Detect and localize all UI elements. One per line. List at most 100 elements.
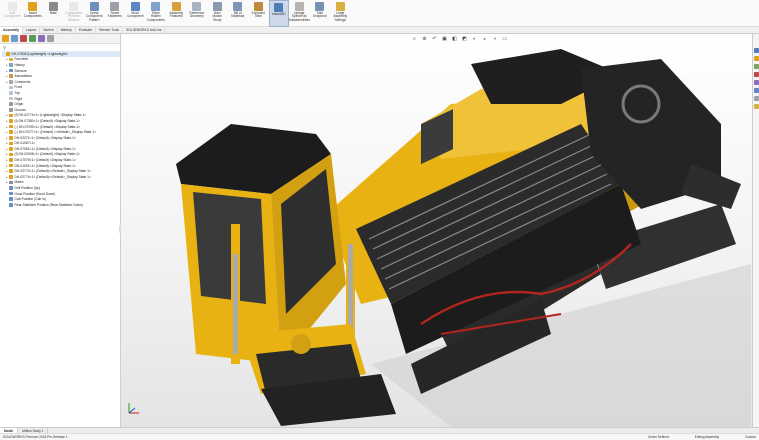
filter-bar[interactable]: ⚲	[0, 44, 120, 51]
property-manager-tab-icon[interactable]	[11, 35, 18, 42]
large-assembly-settings-button[interactable]: Large Assembly Settings	[330, 0, 351, 27]
ribbon-button-label: Update SpeedPak Subassemblies	[288, 11, 311, 22]
tree-node-label: Ground	[14, 107, 26, 112]
insert-components-button[interactable]: Insert Components	[23, 0, 44, 27]
tree-node-label: Annotations	[14, 74, 32, 79]
tab-solidworks-add-ins[interactable]: SOLIDWORKS Add-Ins	[123, 27, 166, 34]
feature-manager-tab-icon[interactable]	[2, 35, 9, 42]
status-bar: SOLIDWORKS Premium 2018 Pre-Release 1 Un…	[0, 433, 759, 440]
tree-node-label: Origin	[14, 102, 24, 107]
tree-node-icon	[6, 52, 10, 56]
tree-node-icon	[9, 197, 13, 202]
cam-tab-icon[interactable]	[47, 35, 54, 42]
tree-node-icon	[9, 102, 13, 106]
tab-render-tools[interactable]: Render Tools	[96, 27, 124, 34]
file-explorer-icon[interactable]	[753, 64, 759, 69]
ribbon-button-label: Exploded View	[251, 11, 265, 19]
assembly-features-button[interactable]: Assembly Features	[166, 0, 187, 27]
instant3d-icon	[274, 3, 284, 12]
tree-node-icon	[9, 124, 13, 129]
tree-node-icon	[9, 63, 13, 67]
status-product: SOLIDWORKS Premium 2018 Pre-Release 1	[3, 435, 68, 439]
tree-node[interactable]: Rear Stabilizer Position (Rear Stabilize…	[2, 202, 120, 208]
tab-evaluate[interactable]: Evaluate	[76, 27, 97, 34]
status-units[interactable]: Custom	[745, 435, 756, 439]
dimxpert-tab-icon[interactable]	[29, 35, 36, 42]
tree-node-icon	[9, 130, 13, 134]
update-speedpak-button[interactable]: Update SpeedPak Subassemblies	[288, 0, 311, 27]
smart-fasteners-button[interactable]: Smart Fasteners	[105, 0, 126, 27]
display-manager-tab-icon[interactable]	[38, 35, 45, 42]
reference-geometry-button[interactable]: Reference Geometry	[187, 0, 208, 27]
update-speedpak-icon	[294, 2, 304, 11]
tree-node-label: DH-01087<1>	[14, 141, 36, 146]
configuration-manager-tab-icon[interactable]	[20, 35, 27, 42]
tree-node-label: Drill Position (Up)	[14, 186, 41, 191]
appearances-icon[interactable]	[753, 80, 759, 85]
tree-node-label: Comments	[14, 79, 31, 84]
tab-assembly[interactable]: Assembly	[0, 27, 24, 34]
tree-node-label: DH-02774<1> (Default)<<Default>_Display …	[14, 174, 91, 179]
graphics-area[interactable]: ⌕ ⊕ ↶ ▣ ◧ ◩ ◐ ◒ ◑ ▭	[121, 34, 752, 427]
toolbox-icon[interactable]	[753, 104, 759, 109]
panel-tab-bar	[0, 34, 120, 44]
edit-component-button[interactable]: Edit Component	[2, 0, 23, 27]
tree-node-label: DH-01001<1> (Default) <Display State-1>	[14, 163, 76, 168]
tree-node-label: Cab Position (Cab In)	[14, 197, 47, 202]
view-palette-icon[interactable]	[753, 72, 759, 77]
tree-node-icon	[9, 147, 13, 151]
tree-node-icon	[9, 152, 13, 157]
edit-component-icon	[7, 2, 17, 11]
tree-node-icon	[9, 74, 13, 78]
tree-node-label: DH-07075<1> (Default) <Display State-1>	[14, 158, 76, 163]
exploded-view-icon	[253, 2, 263, 11]
component-preview-icon	[69, 2, 79, 11]
tree-node-label: (-) DH-07290<1> (Default) <Display State…	[14, 124, 81, 129]
feature-tree: DH-07835 (Lightweight) <Lightweight> ▸ Fav…	[0, 51, 120, 208]
take-snapshot-button[interactable]: Take Snapshot	[310, 0, 331, 27]
feature-manager-panel: ⚲ DH-07835 (Lightweight) <Lightweight> ▸ F…	[0, 34, 121, 427]
show-hidden-icon	[151, 2, 161, 11]
tab-sketch[interactable]: Sketch	[40, 27, 58, 34]
cab-window	[193, 192, 266, 304]
tree-node-label: DH-07835 (Lightweight) <Lightweight>	[11, 51, 68, 56]
task-pane	[752, 34, 759, 427]
tree-node-icon	[9, 79, 13, 84]
tab-layout[interactable]: Layout	[23, 27, 41, 34]
tree-node-label: DH-02271<1> (Default) <Display State-1>	[14, 135, 76, 140]
tree-node-label: (f) DH-02774<1> (Lightweight) <Display S…	[14, 113, 87, 118]
solidworks-forum-icon[interactable]	[753, 96, 759, 101]
bill-of-materials-button[interactable]: Bill of Materials	[228, 0, 249, 27]
tree-node-icon	[9, 169, 13, 174]
tab-markup[interactable]: Markup	[58, 27, 76, 34]
move-component-button[interactable]: Move Component	[125, 0, 146, 27]
linear-pattern-button[interactable]: Linear Component Pattern	[84, 0, 105, 27]
filter-icon[interactable]: ⚲	[3, 45, 6, 50]
insert-components-icon	[28, 2, 38, 11]
design-library-icon[interactable]	[753, 56, 759, 61]
component-preview-button[interactable]: Component Preview Window	[64, 0, 85, 27]
exploded-view-button[interactable]: Exploded View	[248, 0, 269, 27]
show-hidden-button[interactable]: Show Hidden Components	[146, 0, 167, 27]
ribbon-button-label: Smart Fasteners	[107, 11, 122, 19]
tree-node-icon	[9, 191, 13, 196]
ribbon-button-label: Take Snapshot	[313, 11, 327, 19]
mate-button[interactable]: Mate	[43, 0, 64, 27]
large-assembly-settings-icon	[335, 2, 345, 11]
tree-node-icon	[9, 186, 13, 190]
instant3d-button[interactable]: Instant3D	[268, 0, 289, 27]
resources-icon[interactable]	[753, 48, 759, 53]
drill-rig-model[interactable]	[121, 34, 752, 427]
tree-node-label: History	[14, 62, 25, 67]
assembly-features-icon	[171, 2, 181, 11]
custom-properties-icon[interactable]	[753, 88, 759, 93]
ribbon-button-label: Show Hidden Components	[146, 11, 165, 22]
tree-node-icon	[9, 91, 13, 95]
tree-node-label: Rear Stabilizer Position (Rear Stabilize…	[14, 202, 83, 207]
new-motion-study-button[interactable]: New Motion Study	[207, 0, 228, 27]
tree-node-label: Sensors	[14, 68, 27, 73]
tree-node-icon	[9, 163, 13, 168]
ribbon-button-label: Reference Geometry	[189, 11, 205, 19]
orientation-triad-icon	[128, 403, 139, 414]
tree-node-icon	[9, 141, 13, 146]
